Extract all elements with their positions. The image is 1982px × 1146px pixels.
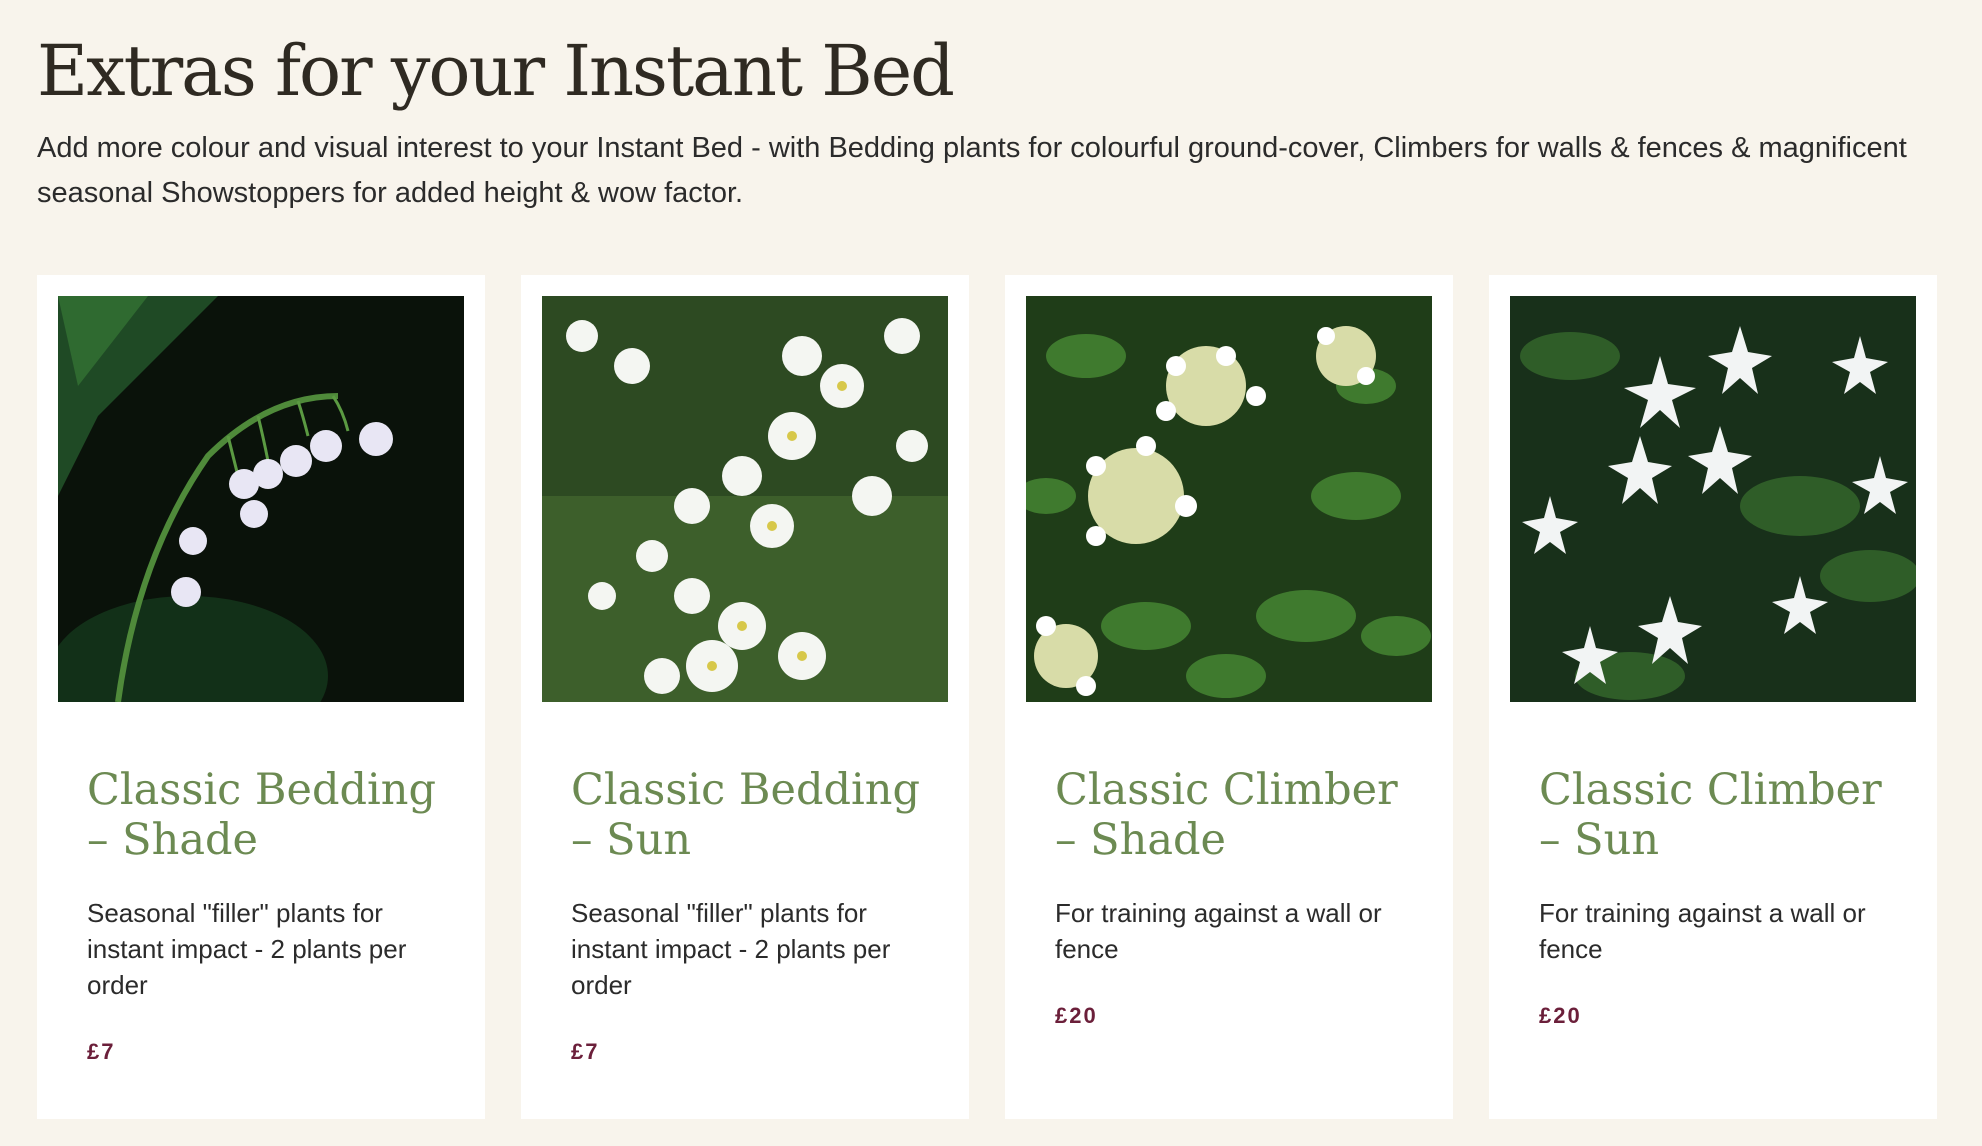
product-card-bedding-shade[interactable]: Classic Bedding – Shade Seasonal "filler… [37, 275, 485, 1119]
product-price: £7 [571, 1039, 600, 1064]
product-title[interactable]: Classic Bedding – Shade [87, 765, 447, 865]
section-intro: Add more colour and visual interest to y… [37, 132, 1907, 209]
product-grid: Classic Bedding – Shade Seasonal "filler… [37, 275, 1937, 1119]
product-description: Seasonal "filler" plants for instant imp… [571, 898, 891, 1000]
lily-of-the-valley-image[interactable] [58, 296, 464, 702]
product-description: For training against a wall or fence [1539, 898, 1866, 964]
climber-sun-image[interactable] [1510, 296, 1916, 702]
extras-section: Extras for your Instant Bed Add more col… [0, 0, 1982, 1146]
product-price: £20 [1055, 1003, 1098, 1028]
product-price: £20 [1539, 1003, 1582, 1028]
product-card-climber-sun[interactable]: Classic Climber – Sun For training again… [1489, 275, 1937, 1119]
lily-of-the-valley-photo [58, 296, 464, 702]
climber-shade-image[interactable] [1026, 296, 1432, 702]
bedding-sun-image[interactable] [542, 296, 948, 702]
star-jasmine-photo [1510, 296, 1916, 702]
climbing-hydrangea-photo [1026, 296, 1432, 702]
white-bedding-flowers-photo [542, 296, 948, 702]
product-title[interactable]: Classic Climber – Shade [1055, 765, 1415, 865]
product-description: Seasonal "filler" plants for instant imp… [87, 898, 407, 1000]
product-card-climber-shade[interactable]: Classic Climber – Shade For training aga… [1005, 275, 1453, 1119]
product-title[interactable]: Classic Climber – Sun [1539, 765, 1899, 865]
product-card-bedding-sun[interactable]: Classic Bedding – Sun Seasonal "filler" … [521, 275, 969, 1119]
product-title[interactable]: Classic Bedding – Sun [571, 765, 931, 865]
product-description: For training against a wall or fence [1055, 898, 1382, 964]
section-title: Extras for your Instant Bed [37, 30, 955, 112]
product-price: £7 [87, 1039, 116, 1064]
